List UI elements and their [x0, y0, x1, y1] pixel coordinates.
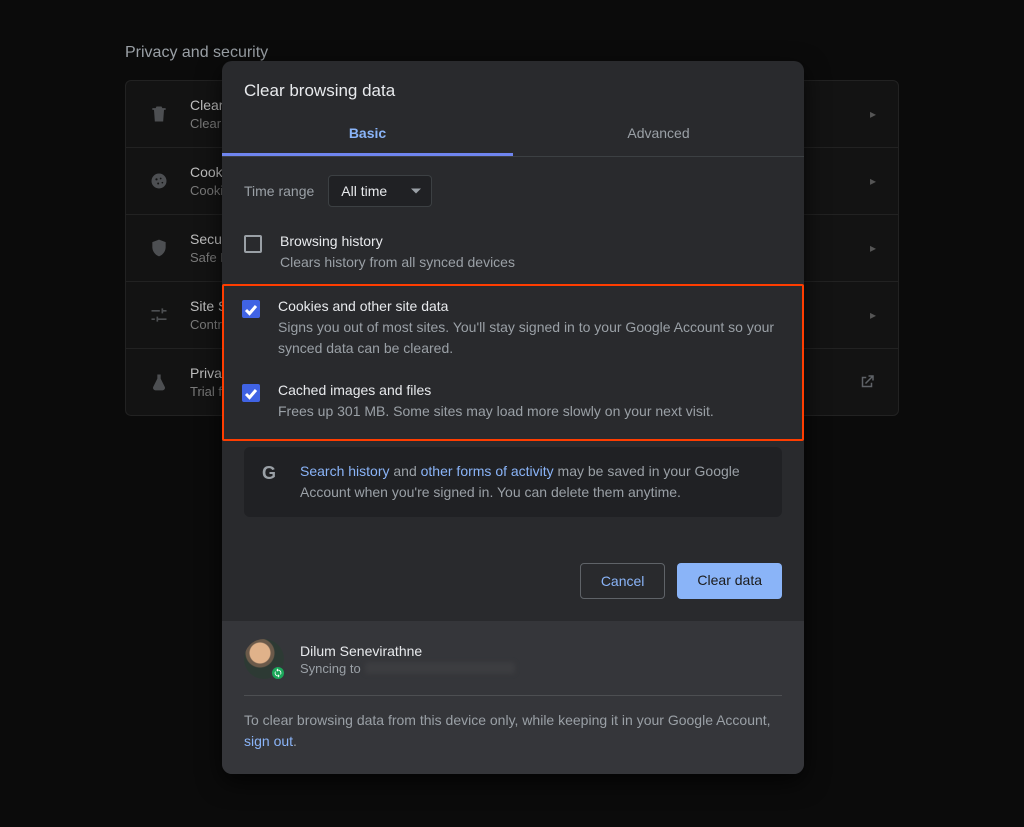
option-title: Cached images and files [278, 382, 714, 398]
dialog-title: Clear browsing data [222, 61, 804, 111]
google-icon: G [262, 463, 284, 484]
time-range-label: Time range [244, 183, 314, 199]
dialog-buttons: Cancel Clear data [222, 517, 804, 621]
option-title: Browsing history [280, 233, 515, 249]
option-sub: Signs you out of most sites. You'll stay… [278, 317, 784, 358]
trash-icon [148, 103, 170, 125]
avatar [244, 639, 284, 679]
link-search-history[interactable]: Search history [300, 463, 389, 479]
checkbox-cookies[interactable] [242, 300, 260, 318]
section-title: Privacy and security [125, 44, 268, 62]
option-browsing-history[interactable]: Browsing history Clears history from all… [244, 221, 782, 284]
option-list: Browsing history Clears history from all… [222, 215, 804, 441]
option-sub: Clears history from all synced devices [280, 252, 515, 272]
tab-bar: Basic Advanced [222, 111, 804, 157]
checkmark-icon [243, 385, 259, 401]
time-range-value: All time [341, 183, 387, 199]
option-text: Cookies and other site data Signs you ou… [278, 298, 784, 358]
shield-icon [148, 237, 170, 259]
time-range-row: Time range All time [222, 157, 804, 215]
cancel-button[interactable]: Cancel [580, 563, 666, 599]
chevron-right-icon: ▸ [870, 241, 876, 255]
dialog-footer: Dilum Senevirathne Syncing to To clear b… [222, 621, 804, 774]
footer-note: To clear browsing data from this device … [244, 696, 782, 752]
clear-data-button[interactable]: Clear data [677, 563, 782, 599]
highlight-box: Cookies and other site data Signs you ou… [222, 284, 804, 441]
option-sub: Frees up 301 MB. Some sites may load mor… [278, 401, 714, 421]
account-email-redacted [365, 662, 515, 674]
option-text: Browsing history Clears history from all… [280, 233, 515, 272]
checkbox-cache[interactable] [242, 384, 260, 402]
chevron-right-icon: ▸ [870, 308, 876, 322]
account-syncing: Syncing to [300, 661, 515, 676]
link-other-activity[interactable]: other forms of activity [421, 463, 554, 479]
option-cookies[interactable]: Cookies and other site data Signs you ou… [242, 286, 784, 370]
sync-badge-icon [270, 665, 286, 681]
chevron-down-icon [411, 189, 421, 194]
cookie-icon [148, 170, 170, 192]
option-text: Cached images and files Frees up 301 MB.… [278, 382, 714, 421]
checkbox-browsing-history[interactable] [244, 235, 262, 253]
flask-icon [148, 371, 170, 393]
checkmark-icon [243, 301, 259, 317]
time-range-select[interactable]: All time [328, 175, 432, 207]
open-external-icon [858, 373, 876, 391]
sliders-icon [148, 304, 170, 326]
account-name: Dilum Senevirathne [300, 643, 515, 659]
link-sign-out[interactable]: sign out [244, 733, 293, 749]
option-title: Cookies and other site data [278, 298, 784, 314]
google-account-note: G Search history and other forms of acti… [244, 447, 782, 517]
tab-basic[interactable]: Basic [222, 111, 513, 156]
chevron-right-icon: ▸ [870, 107, 876, 121]
clear-browsing-data-dialog: Clear browsing data Basic Advanced Time … [222, 61, 804, 774]
account-text: Dilum Senevirathne Syncing to [300, 643, 515, 676]
note-text: Search history and other forms of activi… [300, 461, 764, 503]
option-cache[interactable]: Cached images and files Frees up 301 MB.… [242, 370, 784, 433]
account-row: Dilum Senevirathne Syncing to [244, 639, 782, 696]
tab-advanced[interactable]: Advanced [513, 111, 804, 156]
chevron-right-icon: ▸ [870, 174, 876, 188]
